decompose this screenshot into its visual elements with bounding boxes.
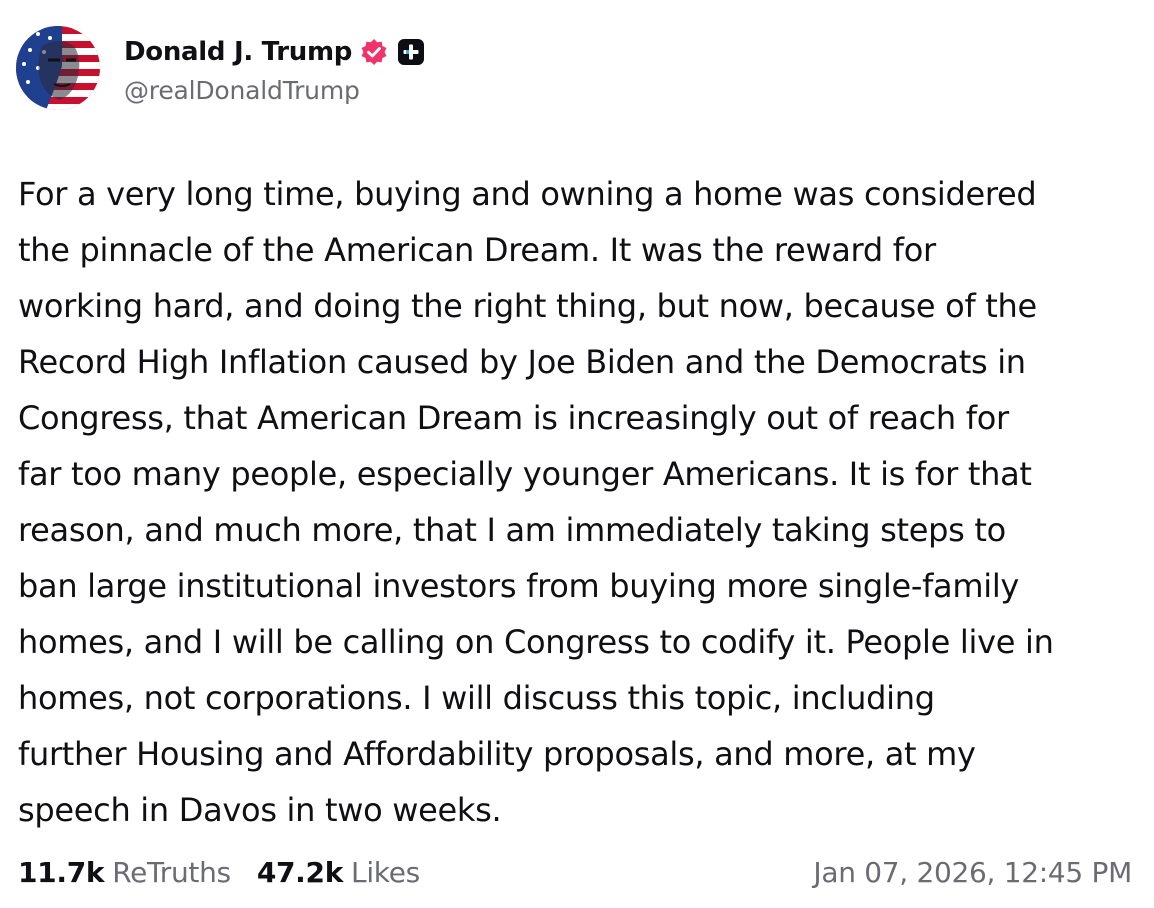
post-body-line: the pinnacle of the American Dream. It w… (18, 231, 936, 269)
verified-badge-icon (360, 38, 388, 66)
retruths-count: 11.7k (18, 855, 105, 889)
likes-count: 47.2k (256, 855, 344, 889)
post-body-line: homes, not corporations. I will discuss … (18, 679, 935, 717)
post-body-line: far too many people, especially younger … (18, 455, 1032, 493)
post-body-line: For a very long time, buying and owning … (18, 175, 1037, 213)
post-body-line: reason, and much more, that I am immedia… (18, 511, 1006, 549)
post-body-line: working hard, and doing the right thing,… (18, 287, 1037, 325)
post-body-line: speech in Davos in two weeks. (18, 791, 502, 829)
author-display-name[interactable]: Donald J. Trump (124, 37, 352, 67)
post-timestamp[interactable]: Jan 07, 2026, 12:45 PM (813, 856, 1132, 889)
post-body-line: ban large institutional investors from b… (18, 567, 1020, 605)
post-body: For a very long time, buying and owning … (18, 166, 1138, 838)
post-body-line: homes, and I will be calling on Congress… (18, 623, 1054, 661)
likes-stat[interactable]: 47.2k Likes (257, 856, 420, 889)
author-handle[interactable]: @realDonaldTrump (124, 76, 424, 105)
post-body-line: further Housing and Affordability propos… (18, 735, 976, 773)
likes-label: Likes (351, 855, 420, 889)
retruths-label: ReTruths (112, 855, 231, 889)
truth-plus-badge-icon (398, 38, 425, 65)
truth-post: Donald J. Trump @realDonaldTrump For a v… (0, 0, 1154, 908)
avatar-image (16, 26, 100, 110)
retruths-stat[interactable]: 11.7k ReTruths (18, 856, 231, 889)
author-identity: Donald J. Trump @realDonaldTrump (124, 32, 425, 105)
post-header: Donald J. Trump @realDonaldTrump (16, 26, 425, 110)
name-row: Donald J. Trump (124, 32, 425, 72)
post-footer: 11.7k ReTruths 47.2k Likes Jan 07, 2026,… (18, 850, 1132, 894)
avatar[interactable] (16, 26, 100, 110)
post-body-line: Record High Inflation caused by Joe Bide… (18, 343, 1026, 381)
post-body-line: Congress, that American Dream is increas… (18, 399, 1009, 437)
